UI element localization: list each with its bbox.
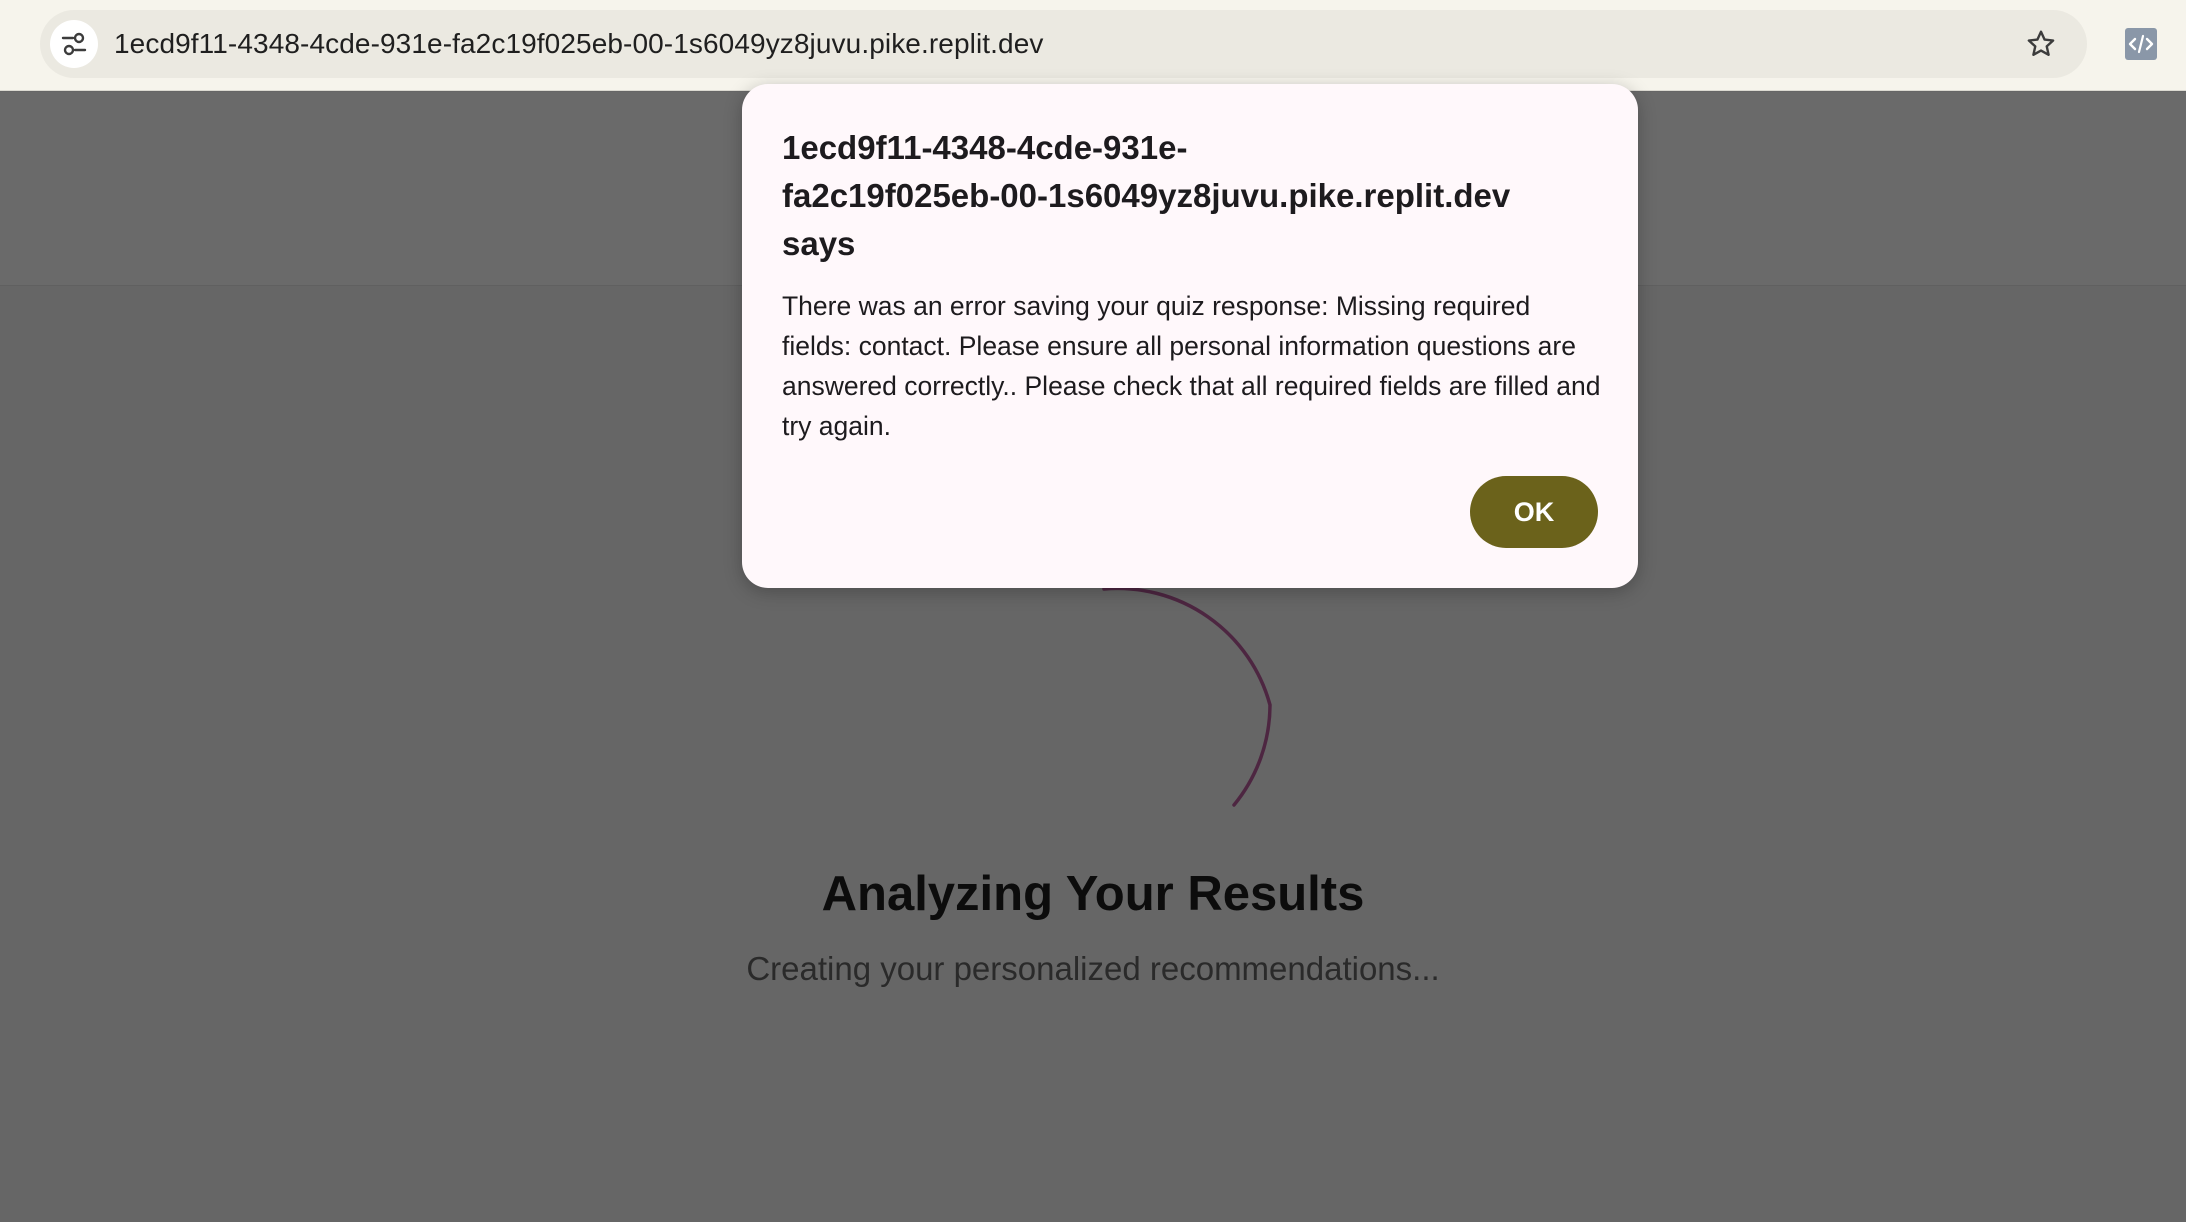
alert-dialog: 1ecd9f11-4348-4cde-931e- fa2c19f025eb-00…: [742, 84, 1638, 588]
browser-toolbar: 1ecd9f11-4348-4cde-931e-fa2c19f025eb-00-…: [0, 0, 2186, 91]
page-title: Analyzing Your Results: [821, 867, 1365, 921]
bookmark-star-icon[interactable]: [2023, 26, 2059, 62]
dialog-message: There was an error saving your quiz resp…: [782, 291, 1601, 441]
url-text[interactable]: 1ecd9f11-4348-4cde-931e-fa2c19f025eb-00-…: [114, 10, 1043, 78]
address-bar[interactable]: 1ecd9f11-4348-4cde-931e-fa2c19f025eb-00-…: [40, 10, 2087, 78]
code-extension-icon[interactable]: [2124, 27, 2158, 61]
dialog-title: 1ecd9f11-4348-4cde-931e- fa2c19f025eb-00…: [782, 124, 1592, 268]
loading-spinner: [1020, 575, 1320, 835]
dialog-title-line: says: [782, 225, 856, 262]
page-subtitle: Creating your personalized recommendatio…: [746, 950, 1440, 987]
ok-button[interactable]: OK: [1470, 476, 1598, 548]
site-settings-icon[interactable]: [50, 20, 98, 68]
dialog-title-line: 1ecd9f11-4348-4cde-931e-: [782, 129, 1188, 166]
dialog-title-line: fa2c19f025eb-00-1s6049yz8juvu.pike.repli…: [782, 177, 1511, 214]
